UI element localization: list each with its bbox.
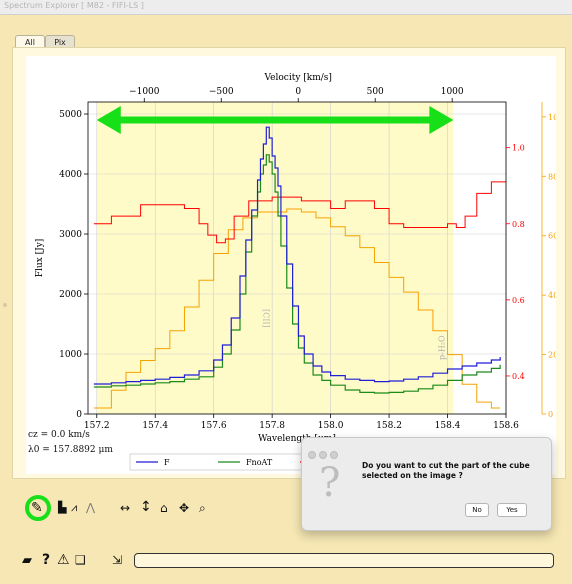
- velocity-tick-label: 0: [295, 87, 301, 97]
- ph2o-line-label: p-H₂O: [438, 335, 447, 360]
- atm-tick-label: 0.6: [512, 296, 525, 305]
- velocity-tick-label: −500: [209, 87, 234, 97]
- fit-icon[interactable]: ⋀: [86, 500, 95, 516]
- vertical-arrows-icon[interactable]: ↕: [140, 499, 152, 515]
- warning-icon[interactable]: ⚠: [57, 552, 70, 568]
- velocity-axis-label: Velocity [km/s]: [264, 73, 332, 83]
- legend-fnoat-label: FnoAT: [246, 458, 273, 467]
- atm-tick-label: 0.4: [512, 372, 525, 381]
- dialog-message: Do you want to cut the part of the cube …: [362, 461, 530, 480]
- y-tick-label: 3000: [59, 230, 82, 240]
- command-input[interactable]: [134, 553, 554, 568]
- zoom-dot[interactable]: [330, 451, 338, 459]
- velocity-tick-label: −1000: [129, 87, 160, 97]
- plot-icon[interactable]: ▙: [58, 500, 66, 516]
- minimize-dot[interactable]: [319, 451, 327, 459]
- exposure-tick-label: 0: [548, 410, 553, 419]
- exposure-tick-label: 600000: [548, 232, 556, 241]
- question-icon: ?: [319, 460, 341, 506]
- y-tick-label: 4000: [59, 170, 82, 180]
- x-tick-label: 157.4: [142, 421, 168, 431]
- lambda0-readout: λ0 = 157.8892 μm: [28, 445, 113, 455]
- legend-f-label: F: [164, 458, 170, 467]
- x-tick-label: 158.0: [318, 421, 344, 431]
- close-dot[interactable]: [308, 451, 316, 459]
- y-tick-label: 0: [76, 410, 82, 420]
- x-tick-label: 158.6: [493, 421, 519, 431]
- velocity-tick-label: 1000: [441, 87, 464, 97]
- spectrum-figure[interactable]: [CII] p-H₂O 157.2 157.4 157.6 157.8 158.0 158.…: [26, 56, 572, 474]
- atm-tick-label: 0.8: [512, 220, 525, 229]
- home-icon[interactable]: ⌂: [160, 500, 168, 516]
- exit-icon[interactable]: ⇲: [112, 552, 122, 568]
- selected-region: [96, 102, 454, 414]
- exposure-tick-label: 400000: [548, 291, 556, 300]
- horizontal-arrows-icon[interactable]: ↔: [120, 500, 130, 516]
- move-icon[interactable]: ✥: [179, 500, 189, 516]
- zoom-icon[interactable]: ⌕: [199, 500, 206, 516]
- window-title-bar: Spectrum Explorer [ M82 - FIFI-LS ]: [0, 0, 572, 15]
- exposure-tick-label: 800000: [548, 172, 556, 181]
- y-axis-label: Flux [Jy]: [35, 239, 45, 278]
- no-button[interactable]: No: [465, 503, 489, 517]
- x-tick-label: 157.6: [201, 421, 227, 431]
- guess-icon[interactable]: ⩘: [71, 500, 77, 516]
- window-title: Spectrum Explorer [ M82 - FIFI-LS ]: [4, 1, 144, 10]
- chat-icon[interactable]: ❑: [75, 552, 86, 568]
- x-tick-label: 157.8: [259, 421, 285, 431]
- cut-icon[interactable]: ✎: [31, 500, 43, 516]
- x-tick-label: 158.2: [376, 421, 402, 431]
- atm-tick-label: 1.0: [512, 144, 525, 153]
- y-tick-label: 1000: [59, 350, 82, 360]
- y-tick-label: 2000: [59, 290, 82, 300]
- cz-readout: cz = 0.0 km/s: [28, 430, 90, 440]
- cii-line-label: [CII]: [261, 309, 270, 328]
- y-tick-label: 5000: [59, 110, 82, 120]
- exposure-tick-label: 200000: [548, 351, 556, 360]
- x-tick-label: 158.4: [435, 421, 461, 431]
- folder-icon[interactable]: ▰: [22, 553, 32, 569]
- velocity-tick-label: 500: [367, 87, 384, 97]
- spectrum-chart[interactable]: [CII]p-H₂O 157.2 157.4 157.6 157.8 158.0 158.…: [26, 56, 572, 474]
- cut-confirm-dialog: ? Do you want to cut the part of the cub…: [301, 437, 552, 531]
- resize-handle[interactable]: [3, 303, 7, 307]
- help-icon[interactable]: ?: [42, 552, 50, 568]
- yes-button[interactable]: Yes: [497, 503, 527, 517]
- exposure-tick-label: 1000000: [548, 113, 556, 122]
